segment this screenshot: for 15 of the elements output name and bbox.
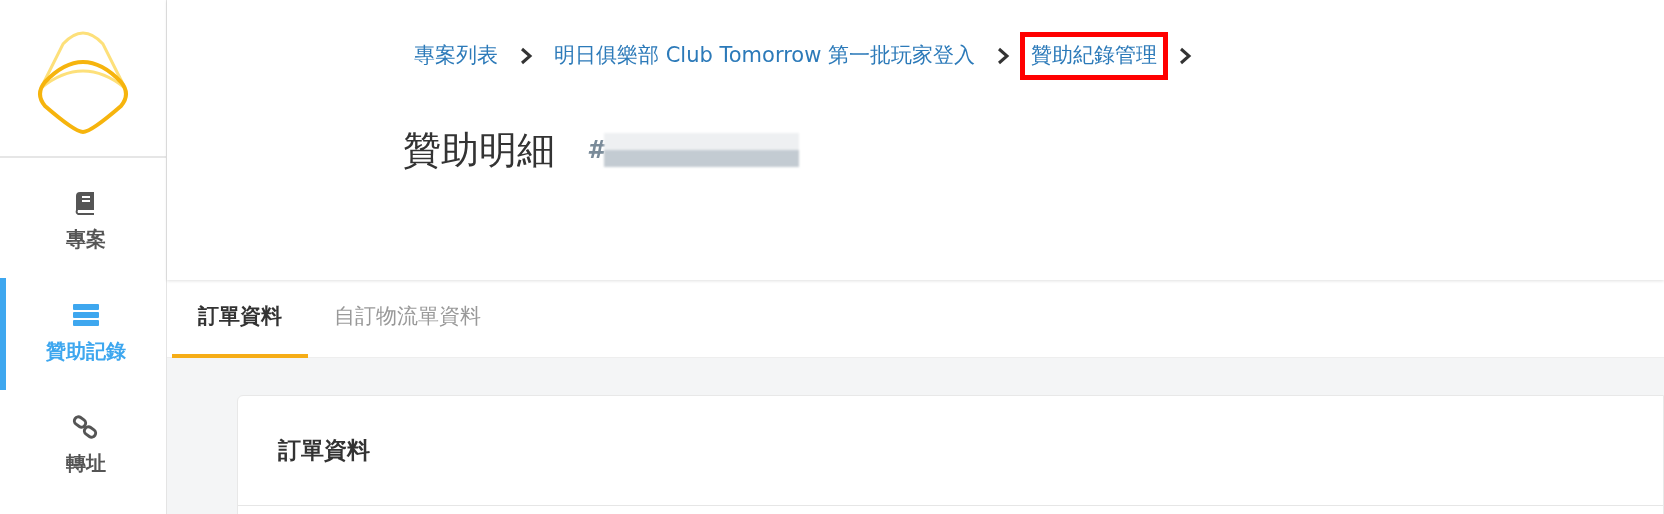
tab[interactable]: 自訂物流單資料 <box>308 280 507 358</box>
tab[interactable]: 訂單資料 <box>172 280 308 358</box>
chevron-right-icon <box>519 46 533 65</box>
link-icon <box>72 414 100 440</box>
chevron-right-icon <box>1178 46 1193 65</box>
breadcrumb-link[interactable]: 明日俱樂部 Club Tomorrow 第一批玩家登入 <box>543 32 987 80</box>
page-title: 贊助明細 <box>403 127 555 174</box>
breadcrumb-link[interactable]: 贊助紀錄管理 <box>1020 32 1169 80</box>
breadcrumb-link[interactable]: 專案列表 <box>403 32 509 80</box>
list-icon <box>72 302 100 328</box>
card-title: 訂單資料 <box>278 436 370 466</box>
sidebar-item[interactable]: 轉址 <box>0 390 166 502</box>
order-id-prefix: # <box>587 135 604 167</box>
chevron-right-icon <box>996 46 1011 65</box>
sidebar-item[interactable]: 專案 <box>0 166 166 278</box>
